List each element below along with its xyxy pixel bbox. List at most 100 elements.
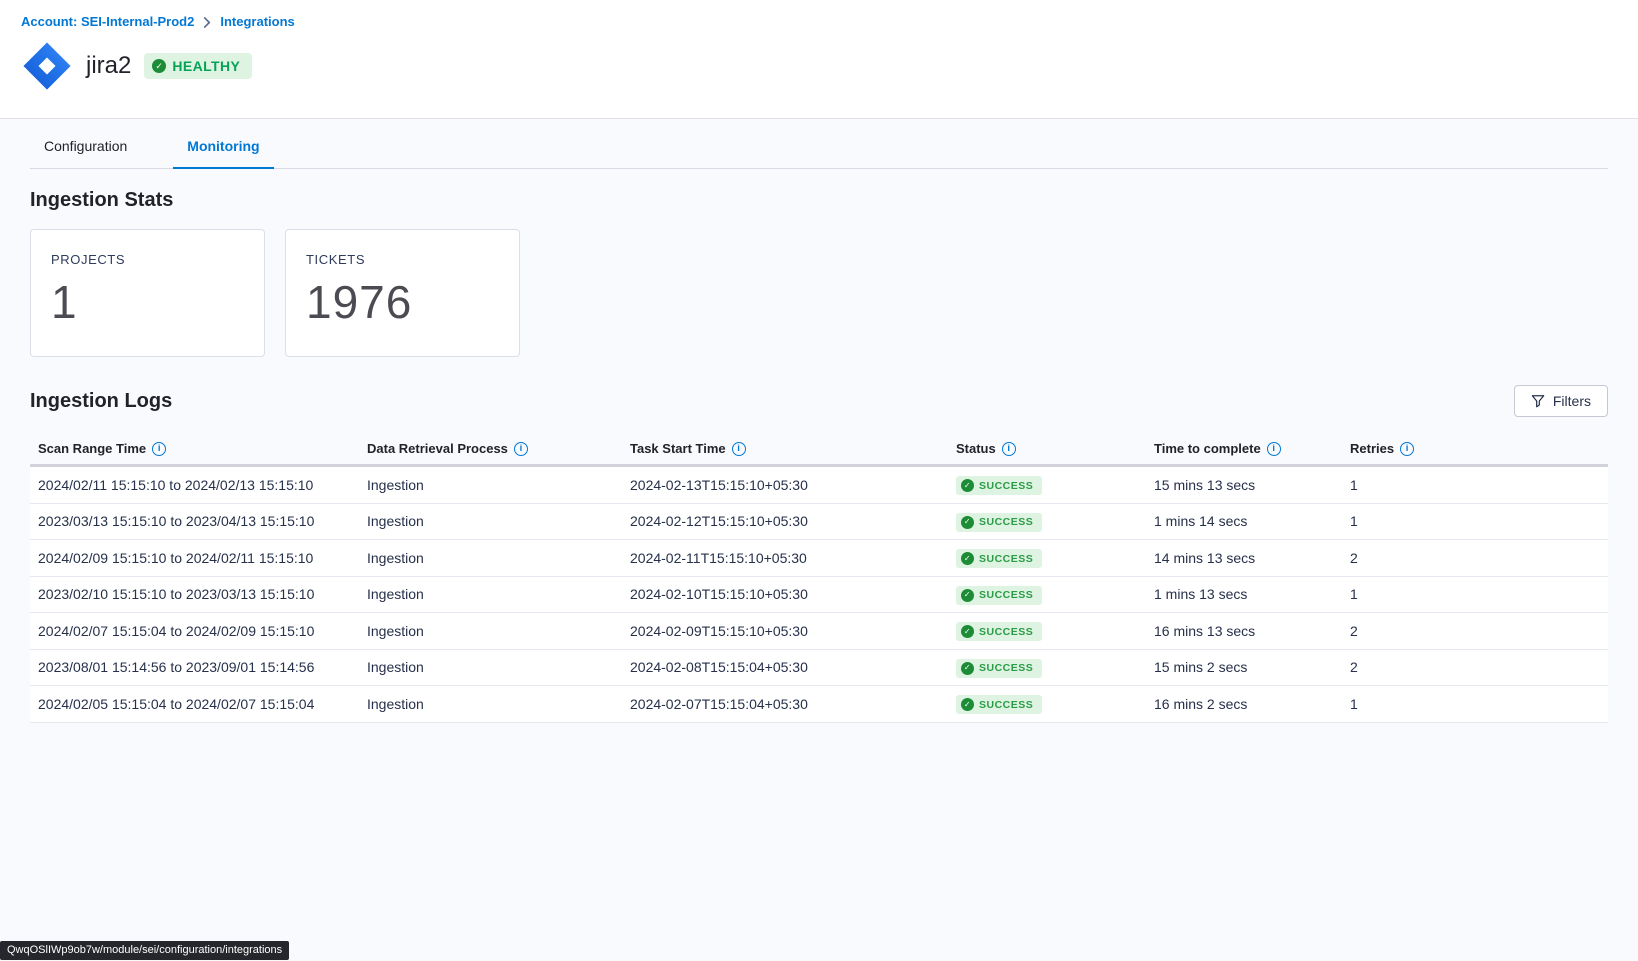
cell-scan-range-time: 2023/02/10 15:15:10 to 2023/03/13 15:15:… [30, 586, 359, 602]
cell-status: ✓ SUCCESS [948, 475, 1146, 496]
check-circle-icon: ✓ [961, 698, 974, 711]
table-row[interactable]: 2024/02/07 15:15:04 to 2024/02/09 15:15:… [30, 613, 1608, 650]
cell-data-retrieval-process: Ingestion [359, 550, 622, 566]
cell-status: ✓ SUCCESS [948, 657, 1146, 678]
info-icon[interactable]: i [514, 442, 528, 456]
table-row[interactable]: 2023/02/10 15:15:10 to 2023/03/13 15:15:… [30, 577, 1608, 614]
cell-task-start-time: 2024-02-10T15:15:10+05:30 [622, 586, 948, 602]
status-badge-label: SUCCESS [979, 626, 1033, 638]
breadcrumb-integrations-link[interactable]: Integrations [220, 14, 294, 29]
table-row[interactable]: 2023/03/13 15:15:10 to 2023/04/13 15:15:… [30, 504, 1608, 541]
breadcrumb: Account: SEI-Internal-Prod2 Integrations [21, 14, 1638, 29]
info-icon[interactable]: i [152, 442, 166, 456]
cell-time-to-complete: 15 mins 2 secs [1146, 659, 1342, 675]
info-icon[interactable]: i [1002, 442, 1016, 456]
column-label: Data Retrieval Process [367, 441, 508, 456]
status-badge-label: SUCCESS [979, 662, 1033, 674]
cell-status: ✓ SUCCESS [948, 621, 1146, 642]
cell-time-to-complete: 1 mins 14 secs [1146, 513, 1342, 529]
status-badge: ✓ SUCCESS [956, 586, 1042, 605]
check-circle-icon: ✓ [152, 59, 166, 73]
ingestion-stats-title: Ingestion Stats [30, 189, 1608, 212]
cell-data-retrieval-process: Ingestion [359, 696, 622, 712]
tickets-stat-value: 1976 [306, 279, 499, 325]
column-header-retries: Retries i [1342, 441, 1608, 456]
cell-time-to-complete: 1 mins 13 secs [1146, 586, 1342, 602]
ingestion-logs-table: Scan Range Time i Data Retrieval Process… [30, 433, 1608, 723]
table-row[interactable]: 2024/02/05 15:15:04 to 2024/02/07 15:15:… [30, 686, 1608, 723]
tickets-stat-card: TICKETS 1976 [285, 229, 520, 357]
info-icon[interactable]: i [732, 442, 746, 456]
cell-time-to-complete: 14 mins 13 secs [1146, 550, 1342, 566]
tab-configuration[interactable]: Configuration [30, 138, 141, 168]
cell-task-start-time: 2024-02-11T15:15:10+05:30 [622, 550, 948, 566]
cell-scan-range-time: 2023/08/01 15:14:56 to 2023/09/01 15:14:… [30, 659, 359, 675]
cell-data-retrieval-process: Ingestion [359, 513, 622, 529]
status-badge: ✓ SUCCESS [956, 549, 1042, 568]
cell-task-start-time: 2024-02-09T15:15:10+05:30 [622, 623, 948, 639]
tab-bar: Configuration Monitoring [30, 119, 1608, 169]
cell-data-retrieval-process: Ingestion [359, 659, 622, 675]
table-header-row: Scan Range Time i Data Retrieval Process… [30, 433, 1608, 467]
filters-button-label: Filters [1553, 393, 1591, 409]
cell-time-to-complete: 16 mins 13 secs [1146, 623, 1342, 639]
url-hint-tooltip: QwqOSlIWp9ob7w/module/sei/configuration/… [0, 941, 289, 960]
cell-retries: 1 [1342, 477, 1608, 493]
table-row[interactable]: 2023/08/01 15:14:56 to 2023/09/01 15:14:… [30, 650, 1608, 687]
integration-monitoring-page: Account: SEI-Internal-Prod2 Integrations… [0, 0, 1638, 961]
health-status-badge: ✓ HEALTHY [144, 53, 252, 79]
cell-data-retrieval-process: Ingestion [359, 586, 622, 602]
cell-retries: 1 [1342, 696, 1608, 712]
column-header-task-start-time: Task Start Time i [622, 441, 948, 456]
cell-scan-range-time: 2024/02/05 15:15:04 to 2024/02/07 15:15:… [30, 696, 359, 712]
cell-task-start-time: 2024-02-12T15:15:10+05:30 [622, 513, 948, 529]
info-icon[interactable]: i [1400, 442, 1414, 456]
status-badge: ✓ SUCCESS [956, 695, 1042, 714]
table-row[interactable]: 2024/02/09 15:15:10 to 2024/02/11 15:15:… [30, 540, 1608, 577]
column-label: Scan Range Time [38, 441, 146, 456]
cell-status: ✓ SUCCESS [948, 548, 1146, 569]
column-label: Task Start Time [630, 441, 726, 456]
cell-status: ✓ SUCCESS [948, 511, 1146, 532]
status-badge-label: SUCCESS [979, 516, 1033, 528]
projects-stat-card: PROJECTS 1 [30, 229, 265, 357]
status-badge-label: SUCCESS [979, 553, 1033, 565]
filter-funnel-icon [1531, 394, 1545, 408]
health-status-label: HEALTHY [172, 58, 240, 74]
table-row[interactable]: 2024/02/11 15:15:10 to 2024/02/13 15:15:… [30, 467, 1608, 504]
status-badge: ✓ SUCCESS [956, 659, 1042, 678]
check-circle-icon: ✓ [961, 662, 974, 675]
cell-scan-range-time: 2024/02/09 15:15:10 to 2024/02/11 15:15:… [30, 550, 359, 566]
tab-monitoring[interactable]: Monitoring [173, 138, 273, 169]
integration-title-row: jira2 ✓ HEALTHY [21, 40, 1638, 92]
cell-task-start-time: 2024-02-13T15:15:10+05:30 [622, 477, 948, 493]
projects-stat-label: PROJECTS [51, 252, 244, 267]
page-title: jira2 [86, 52, 131, 80]
cell-status: ✓ SUCCESS [948, 584, 1146, 605]
ingestion-logs-title: Ingestion Logs [30, 390, 172, 413]
check-circle-icon: ✓ [961, 516, 974, 529]
tickets-stat-label: TICKETS [306, 252, 499, 267]
filters-button[interactable]: Filters [1514, 385, 1608, 417]
jira-logo-icon [21, 40, 73, 92]
page-header: Account: SEI-Internal-Prod2 Integrations… [0, 0, 1638, 119]
cell-task-start-time: 2024-02-08T15:15:04+05:30 [622, 659, 948, 675]
cell-status: ✓ SUCCESS [948, 694, 1146, 715]
status-badge: ✓ SUCCESS [956, 476, 1042, 495]
check-circle-icon: ✓ [961, 479, 974, 492]
breadcrumb-account-link[interactable]: Account: SEI-Internal-Prod2 [21, 14, 194, 29]
cell-data-retrieval-process: Ingestion [359, 623, 622, 639]
cell-retries: 1 [1342, 586, 1608, 602]
cell-scan-range-time: 2024/02/11 15:15:10 to 2024/02/13 15:15:… [30, 477, 359, 493]
info-icon[interactable]: i [1267, 442, 1281, 456]
ingestion-logs-header: Ingestion Logs Filters [30, 385, 1608, 417]
check-circle-icon: ✓ [961, 625, 974, 638]
cell-retries: 2 [1342, 623, 1608, 639]
cell-scan-range-time: 2024/02/07 15:15:04 to 2024/02/09 15:15:… [30, 623, 359, 639]
projects-stat-value: 1 [51, 279, 244, 325]
column-header-status: Status i [948, 441, 1146, 456]
status-badge: ✓ SUCCESS [956, 513, 1042, 532]
chevron-right-icon [203, 17, 211, 28]
check-circle-icon: ✓ [961, 552, 974, 565]
column-header-scan-range-time: Scan Range Time i [30, 441, 359, 456]
